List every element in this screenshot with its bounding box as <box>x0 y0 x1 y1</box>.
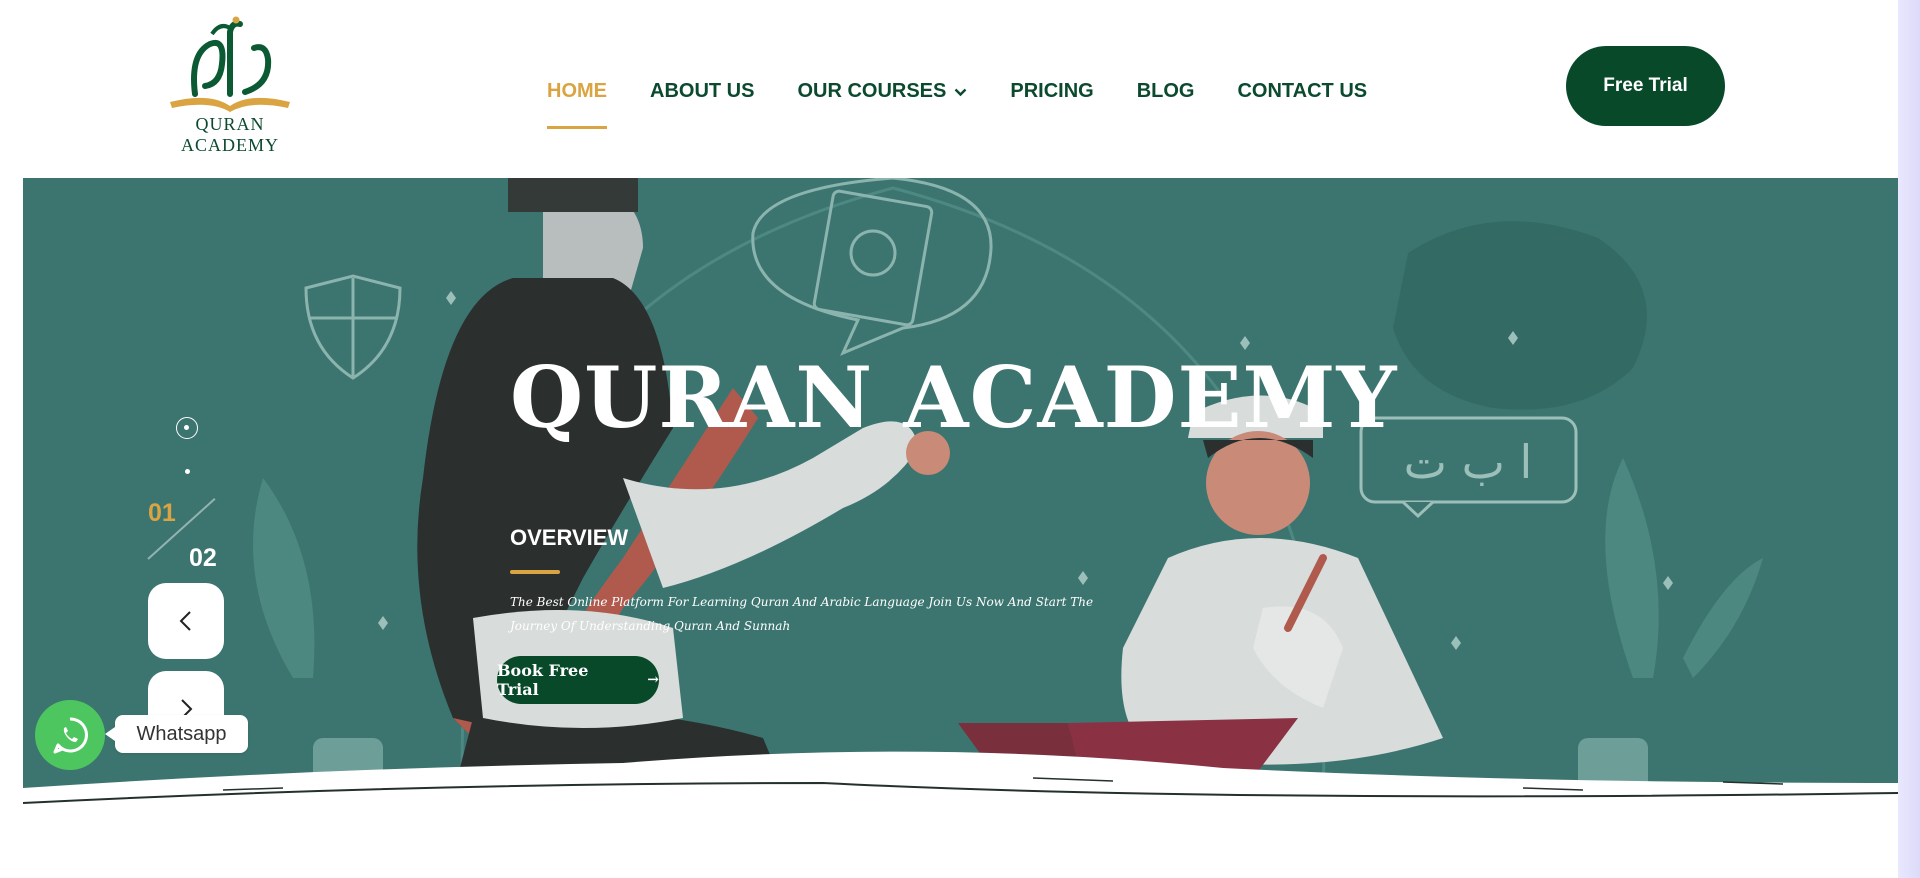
free-trial-button[interactable]: Free Trial <box>1566 46 1725 126</box>
overview-heading: OVERVIEW <box>510 525 629 550</box>
nav-contact-us[interactable]: CONTACT US <box>1237 80 1367 103</box>
hero-title: QURAN ACADEMY <box>510 348 1398 447</box>
whatsapp-icon <box>53 717 88 754</box>
site-logo[interactable]: QURAN ACADEMY <box>150 14 310 155</box>
nav-blog[interactable]: BLOG <box>1137 80 1195 103</box>
slide-indicator-dot[interactable] <box>185 469 190 474</box>
site-header: QURAN ACADEMY HOME ABOUT US OUR COURSES … <box>0 0 1898 178</box>
nav-contact-us-label: CONTACT US <box>1237 79 1368 102</box>
logo-calligraphy-icon <box>170 16 290 112</box>
book-free-trial-label: Book Free Trial <box>497 661 589 699</box>
page-scrollbar[interactable] <box>1898 0 1920 878</box>
main-nav: HOME ABOUT US OUR COURSES PRICING BLOG C… <box>547 76 1410 129</box>
nav-about-us[interactable]: ABOUT US <box>650 80 754 103</box>
nav-our-courses[interactable]: OUR COURSES <box>797 80 967 103</box>
slide-current-number: 01 <box>148 499 176 527</box>
nav-our-courses-label: OUR COURSES <box>797 79 947 102</box>
logo-text: QURAN ACADEMY <box>180 114 279 155</box>
slider-prev-button[interactable] <box>148 583 224 659</box>
page: QURAN ACADEMY HOME ABOUT US OUR COURSES … <box>0 0 1920 878</box>
slide-total-number: 02 <box>189 544 217 572</box>
hero-banner: ا ب ت 01 02 QURAN ACADEMY OVERVIEW The B… <box>23 178 1898 833</box>
chevron-left-icon <box>179 611 191 631</box>
whatsapp-button[interactable] <box>35 700 105 770</box>
hero-illustration: ا ب ت <box>23 178 1898 833</box>
chevron-down-icon <box>954 80 967 103</box>
slide-indicator-ring[interactable] <box>176 417 198 439</box>
nav-home-label: HOME <box>547 79 607 102</box>
nav-pricing-label: PRICING <box>1010 79 1094 102</box>
arabic-letters-text: ا ب ت <box>1404 435 1533 489</box>
whatsapp-label[interactable]: Whatsapp <box>105 715 248 753</box>
overview-underline <box>510 570 560 574</box>
arrow-right-icon: → <box>647 672 659 688</box>
nav-active-indicator <box>547 125 607 129</box>
hero-description: The Best Online Platform For Learning Qu… <box>510 595 1094 633</box>
nav-pricing[interactable]: PRICING <box>1010 80 1093 103</box>
nav-home[interactable]: HOME <box>547 79 607 129</box>
nav-blog-label: BLOG <box>1136 79 1195 102</box>
book-free-trial-button[interactable]: Book Free Trial → <box>497 656 659 704</box>
nav-about-us-label: ABOUT US <box>650 79 755 102</box>
